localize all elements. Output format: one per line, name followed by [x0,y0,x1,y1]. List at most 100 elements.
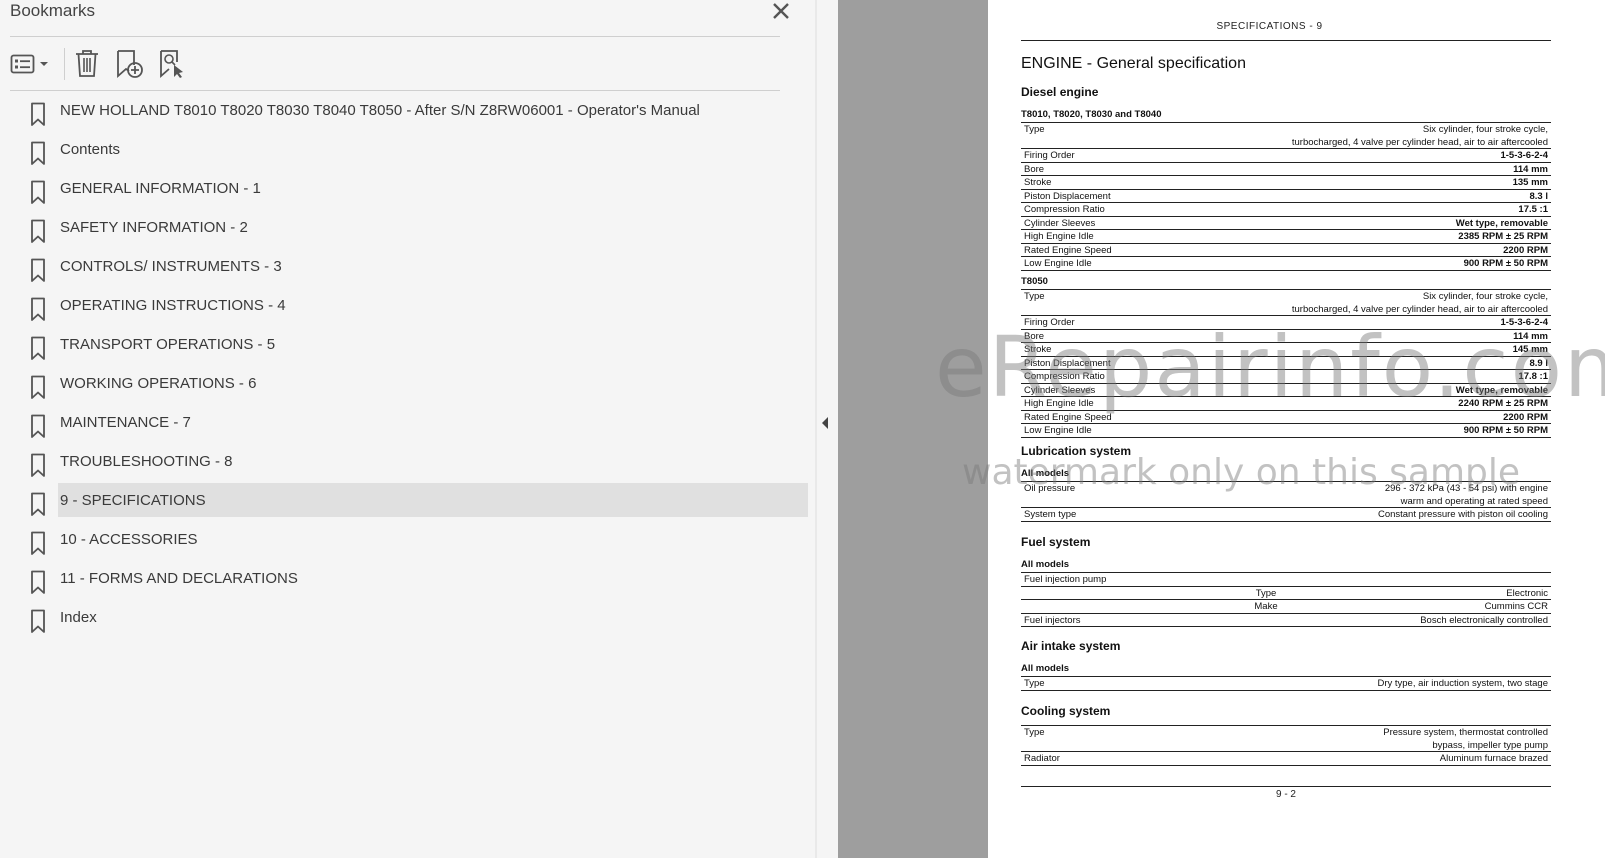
close-icon [773,3,789,19]
table-row: Firing Order 1-5-3-6-2-4 [1021,148,1551,162]
footer-rule [1021,786,1551,787]
spec-table-group1: Type Six cylinder, four stroke cycle, tur… [1021,122,1551,271]
find-bookmark-button[interactable] [158,49,188,79]
bookmark-icon [31,180,45,204]
document-page: SPECIFICATIONS - 9 ENGINE - General spec… [988,0,1605,858]
row-label: Radiator [1024,753,1060,764]
row-label: Low Engine Idle [1024,425,1092,436]
table-row: High Engine Idle 2385 RPM ± 25 RPM [1021,229,1551,243]
panel-splitter[interactable] [815,0,817,858]
row-label: Stroke [1024,177,1052,188]
bookmark-item[interactable]: Index [0,601,800,640]
spec-table-cooling: Type Pressure system, thermostat control… [1021,725,1551,766]
bookmark-label: 9 - SPECIFICATIONS [60,492,206,509]
bookmark-item[interactable]: 11 - FORMS AND DECLARATIONS [0,562,800,601]
find-bookmark-icon [160,50,183,78]
table-row: Type Six cylinder, four stroke cycle, tur… [1021,122,1551,148]
row-value: Dry type, air induction system, two stag… [1377,678,1548,689]
panel-header-divider [10,36,780,37]
row-value: Pressure system, thermostat controlled by… [1383,727,1548,751]
page-header: SPECIFICATIONS - 9 [1216,21,1323,32]
bookmark-item[interactable]: 9 - SPECIFICATIONS [0,483,808,523]
close-panel-button[interactable] [770,0,792,22]
table-row: System type Constant pressure with pisto… [1021,507,1551,522]
row-label: Piston Displacement [1024,190,1111,202]
table-row: Rated Engine Speed 2200 RPM [1021,242,1551,257]
row-value: Six cylinder, four stroke cycle, turbocha… [1291,124,1548,148]
bookmark-item[interactable]: SAFETY INFORMATION - 2 [0,211,800,250]
bookmark-icon [31,609,45,633]
bookmark-icon [31,297,45,321]
row-label: System type [1024,509,1077,520]
trash-icon [76,50,98,77]
section-heading-cooling: Cooling system [1021,704,1111,718]
bookmark-item[interactable]: MAINTENANCE - 7 [0,406,800,445]
row-label: Fuel injectors [1024,614,1081,626]
row-value: 900 RPM ± 50 RPM [1463,425,1548,436]
page-number: 9 - 2 [1275,789,1296,800]
table-row: Cylinder Sleeves Wet type, removable [1021,215,1551,230]
header-rule [1021,40,1551,41]
bookmark-icon [31,492,45,516]
bookmark-label: CONTROLS/ INSTRUMENTS - 3 [60,258,282,275]
bookmark-icon [31,414,45,438]
new-bookmark-button[interactable] [115,49,145,79]
bookmark-item[interactable]: Contents [0,133,800,172]
row-value: 900 RPM ± 50 RPM [1463,258,1548,269]
row-label: Compression Ratio [1024,204,1105,215]
row-value: Aluminum furnace brazed [1439,753,1548,764]
toolbar-separator [64,48,65,80]
bookmark-item[interactable]: CONTROLS/ INSTRUMENTS - 3 [0,250,800,289]
row-label: Type [1024,291,1045,302]
table-row: Radiator Aluminum furnace brazed [1021,751,1551,766]
table-row: Make Cummins CCR [1021,599,1551,613]
bookmark-item[interactable]: OPERATING INSTRUCTIONS - 4 [0,289,800,328]
row-label: Type [1024,727,1045,738]
bookmark-icon [31,453,45,477]
table-row: Type Pressure system, thermostat control… [1021,725,1551,751]
bookmark-label: TROUBLESHOOTING - 8 [60,453,233,470]
collapse-panel-button[interactable] [820,415,830,431]
table-row: Type Electronic [1021,585,1551,600]
bookmark-item[interactable]: 10 - ACCESSORIES [0,523,800,562]
bookmark-label: Contents [60,141,121,158]
row-label: Type [1024,124,1045,135]
subheading-models-1: T8010, T8020, T8030 and T8040 [1021,109,1162,120]
bookmark-icon [31,258,45,282]
watermark-site: eRepairinfo.com [935,318,1605,416]
bookmark-item[interactable]: NEW HOLLAND T8010 T8020 T8030 T8040 T805… [0,94,800,133]
bookmark-options-button[interactable] [10,53,54,77]
bookmarks-panel: Bookmarks NEW HOLLAND T8010 T8020 T8030 … [0,0,808,858]
row-label: Firing Order [1024,150,1075,161]
section-heading-diesel: Diesel engine [1021,85,1099,99]
toolbar-divider [10,90,780,91]
bookmark-item[interactable]: TRANSPORT OPERATIONS - 5 [0,328,800,367]
row-label: Fuel injection pump [1024,574,1107,585]
table-row: Compression Ratio 17.5 :1 [1021,202,1551,216]
watermark-sample: watermark only on this sample [962,452,1521,493]
chevron-left-icon [822,417,828,429]
bookmark-label: 11 - FORMS AND DECLARATIONS [60,570,298,587]
row-value: Bosch electronically controlled [1420,614,1548,626]
bookmark-label: OPERATING INSTRUCTIONS - 4 [60,297,286,314]
table-row: Low Engine Idle 900 RPM ± 50 RPM [1021,423,1551,438]
new-bookmark-icon [117,50,143,78]
row-label: Low Engine Idle [1024,258,1092,269]
table-row: Low Engine Idle 900 RPM ± 50 RPM [1021,256,1551,271]
bookmark-label: MAINTENANCE - 7 [60,414,191,431]
panel-title: Bookmarks [10,1,96,20]
bookmark-label: SAFETY INFORMATION - 2 [60,219,248,236]
bookmark-item[interactable]: GENERAL INFORMATION - 1 [0,172,800,211]
bookmark-label: WORKING OPERATIONS - 6 [60,375,257,392]
bookmark-label: GENERAL INFORMATION - 1 [60,180,261,197]
subheading-models-2: T8050 [1021,276,1048,287]
table-row: Stroke 135 mm [1021,175,1551,189]
section-heading-air: Air intake system [1021,639,1121,653]
row-label: High Engine Idle [1024,231,1094,242]
bookmark-item[interactable]: TROUBLESHOOTING - 8 [0,445,800,484]
table-row: Bore 114 mm [1021,161,1551,176]
bookmark-item[interactable]: WORKING OPERATIONS - 6 [0,367,800,406]
row-label: Cylinder Sleeves [1024,217,1096,229]
table-row: Type Six cylinder, four stroke cycle, tur… [1021,289,1551,315]
delete-bookmark-button[interactable] [74,49,100,79]
